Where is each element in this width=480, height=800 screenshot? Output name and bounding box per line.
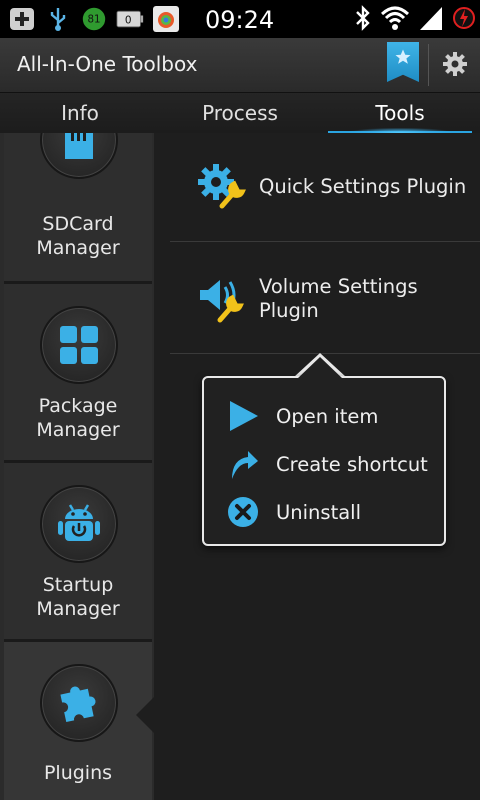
plugin-item-label: Volume Settings (259, 275, 418, 298)
sidebar-item-label: Manager (36, 598, 120, 620)
wifi-icon (380, 4, 410, 36)
status-bar: 81 0 09:24 (0, 0, 480, 38)
temperature-badge-icon: 81 (80, 5, 108, 33)
app-bar-divider (428, 44, 429, 86)
signal-icon (418, 4, 444, 36)
curved-arrow-icon (224, 445, 262, 483)
usb-icon (44, 6, 72, 32)
menu-item-uninstall[interactable]: Uninstall (224, 492, 444, 532)
puzzle-piece-icon (40, 664, 118, 742)
sidebar-item-sdcard-manager[interactable]: SDCard Manager (4, 133, 152, 284)
popup-notch-fill (297, 357, 343, 379)
tab-info[interactable]: Info (0, 93, 160, 133)
app-bar: All-In-One Toolbox (0, 38, 480, 93)
plugin-item-label: Quick Settings Plugin (259, 175, 467, 198)
star-bookmark-icon (395, 49, 411, 64)
sidebar-item-label: SDCard (42, 213, 114, 235)
app-notification-icon (152, 6, 180, 32)
plugin-item-label: Plugin (259, 299, 319, 322)
menu-item-label: Create shortcut (276, 452, 428, 476)
bluetooth-icon (354, 4, 372, 36)
tab-bar: Info Process Tools (0, 93, 480, 133)
notification-plus-icon (8, 6, 36, 32)
svg-text:81: 81 (87, 14, 100, 26)
star-bookmark-button[interactable] (387, 42, 419, 82)
sidebar-item-startup-manager[interactable]: Startup Manager (4, 463, 152, 642)
close-circle-icon (224, 493, 262, 531)
plugin-item-quick-settings[interactable]: Quick Settings Plugin (170, 133, 480, 242)
battery-charging-icon (452, 4, 476, 36)
sidebar-item-label: Package (38, 395, 118, 417)
svg-text:0: 0 (125, 14, 132, 26)
settings-button[interactable] (437, 46, 473, 82)
gear-icon (443, 52, 467, 76)
battery-widget-icon: 0 (116, 6, 144, 32)
context-menu: Open item Create shortcut Uninstall (202, 376, 446, 546)
sdcard-icon (40, 133, 118, 179)
status-time: 09:24 (205, 6, 275, 34)
sidebar-item-label: Plugins (43, 762, 113, 784)
selection-pointer (136, 697, 154, 733)
speaker-wrench-icon (196, 272, 248, 324)
tab-tools[interactable]: Tools (320, 93, 480, 133)
plugin-item-volume-settings[interactable]: Volume Settings Plugin (170, 242, 480, 354)
tab-process[interactable]: Process (160, 93, 320, 133)
package-grid-icon (40, 306, 118, 384)
menu-item-label: Open item (276, 404, 379, 428)
menu-item-open[interactable]: Open item (224, 396, 444, 436)
menu-item-label: Uninstall (276, 500, 361, 524)
android-power-icon (40, 485, 118, 563)
sidebar-item-plugins[interactable]: Plugins (4, 642, 152, 800)
play-arrow-icon (224, 397, 262, 435)
menu-item-create-shortcut[interactable]: Create shortcut (224, 444, 444, 484)
sidebar-item-package-manager[interactable]: Package Manager (4, 284, 152, 463)
tools-sidebar: SDCard Manager Package Manager Startup M… (0, 133, 154, 800)
gear-wrench-icon (196, 160, 248, 212)
sidebar-item-label: Startup (42, 574, 114, 596)
sidebar-item-label: Manager (36, 419, 120, 441)
sidebar-item-label: Manager (36, 237, 120, 259)
app-title: All-In-One Toolbox (17, 52, 198, 76)
